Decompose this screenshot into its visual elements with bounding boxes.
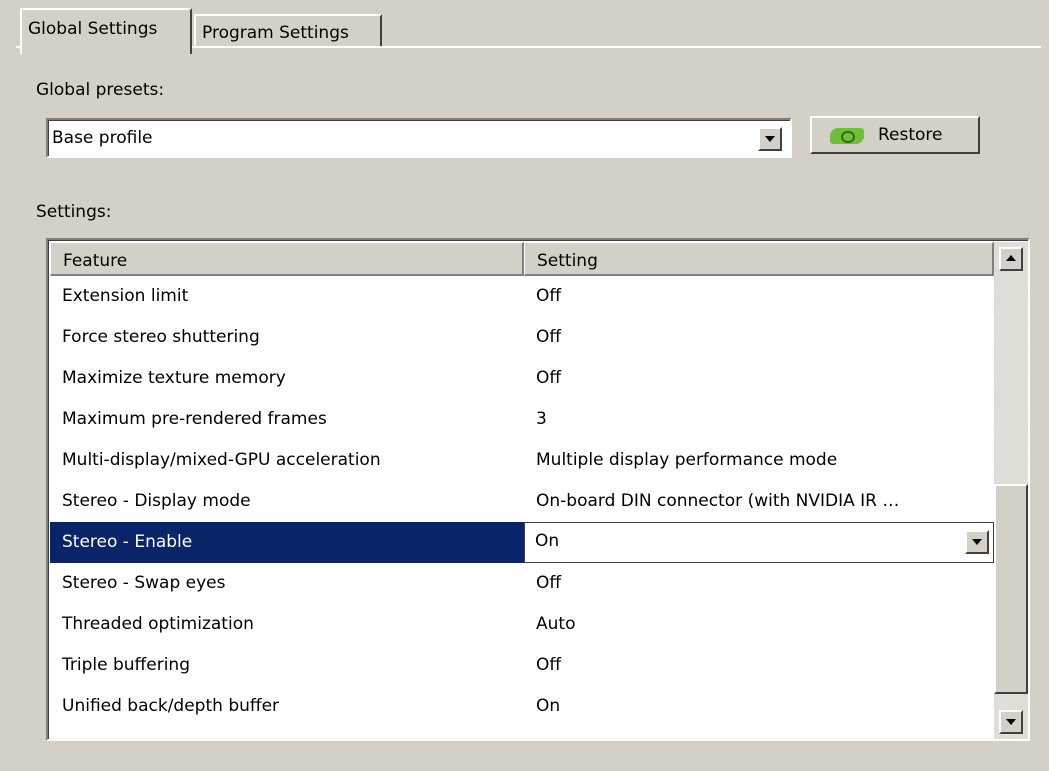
setting-cell: On (536, 696, 561, 716)
global-presets-label: Global presets: (36, 80, 165, 100)
table-row-selected[interactable]: Stereo - Enable On (50, 522, 994, 563)
tab-program-settings[interactable]: Program Settings (194, 14, 382, 48)
table-row[interactable]: Triple buffering Off (50, 645, 994, 686)
feature-cell: Force stereo shuttering (62, 327, 260, 347)
scroll-up-arrow-icon[interactable] (999, 247, 1023, 271)
setting-cell: On-board DIN connector (with NVIDIA IR … (536, 491, 900, 511)
setting-cell: Off (536, 655, 562, 675)
list-header: Feature Setting (50, 242, 994, 276)
setting-value: On (535, 531, 560, 551)
nvidia-eye-icon (830, 128, 864, 144)
table-row[interactable]: Multi-display/mixed-GPU acceleration Mul… (50, 440, 994, 481)
setting-cell: Off (536, 286, 562, 306)
global-presets-combo[interactable]: Base profile (46, 118, 792, 158)
tab-global-settings[interactable]: Global Settings (20, 8, 192, 54)
table-row[interactable]: Unified back/depth buffer On (50, 686, 994, 727)
table-row[interactable]: Maximize texture memory Off (50, 358, 994, 399)
table-row[interactable]: Threaded optimization Auto (50, 604, 994, 645)
setting-cell: Multiple display performance mode (536, 450, 838, 470)
feature-cell: Threaded optimization (62, 614, 254, 634)
table-row[interactable]: Extension limit Off (50, 276, 994, 317)
settings-listview[interactable]: Feature Setting Extension limit Off Forc… (46, 238, 1030, 741)
chevron-down-icon[interactable] (758, 127, 782, 151)
table-row[interactable]: Stereo - Swap eyes Off (50, 563, 994, 604)
column-header-setting[interactable]: Setting (524, 242, 994, 276)
setting-cell: 3 (536, 409, 547, 429)
global-settings-panel: Global Settings Program Settings Global … (8, 0, 1049, 771)
table-row[interactable]: Force stereo shuttering Off (50, 317, 994, 358)
restore-button[interactable]: Restore (810, 116, 980, 154)
settings-label: Settings: (36, 202, 112, 222)
feature-cell: Extension limit (62, 286, 189, 306)
tab-bar: Global Settings Program Settings (20, 8, 1049, 54)
feature-cell: Triple buffering (62, 655, 190, 675)
feature-cell: Unified back/depth buffer (62, 696, 280, 716)
feature-cell: Stereo - Display mode (62, 491, 251, 511)
feature-cell: Multi-display/mixed-GPU acceleration (62, 450, 381, 470)
feature-cell: Stereo - Swap eyes (62, 573, 226, 593)
setting-value-combo[interactable]: On (524, 522, 994, 563)
chevron-down-icon[interactable] (965, 530, 989, 554)
feature-cell: Stereo - Enable (50, 522, 524, 563)
setting-cell: Off (536, 368, 562, 388)
feature-cell: Maximize texture memory (62, 368, 286, 388)
scrollbar-thumb[interactable] (994, 484, 1028, 694)
setting-cell: Off (536, 327, 562, 347)
settings-rows: Extension limit Off Force stereo shutter… (50, 276, 994, 727)
feature-cell: Maximum pre-rendered frames (62, 409, 327, 429)
setting-cell: Off (536, 573, 562, 593)
table-row[interactable]: Maximum pre-rendered frames 3 (50, 399, 994, 440)
scroll-down-arrow-icon[interactable] (999, 710, 1023, 734)
restore-label: Restore (878, 125, 943, 145)
vertical-scrollbar[interactable] (994, 242, 1028, 739)
global-presets-value: Base profile (52, 128, 153, 148)
column-header-feature[interactable]: Feature (50, 242, 524, 276)
setting-cell: Auto (536, 614, 576, 634)
table-row[interactable]: Stereo - Display mode On-board DIN conne… (50, 481, 994, 522)
